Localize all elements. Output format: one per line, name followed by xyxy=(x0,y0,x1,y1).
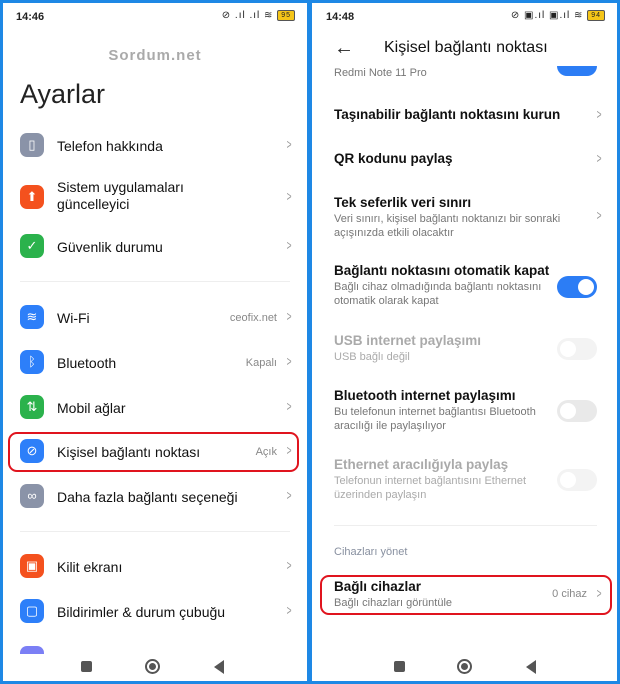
highlight-box xyxy=(8,432,299,472)
battery-icon: 95 xyxy=(277,10,295,21)
item-label: Bildirimler & durum çubuğu xyxy=(57,604,226,620)
row-title: Ethernet aracılığıyla paylaş xyxy=(334,457,509,472)
settings-item-lock-screen[interactable]: ▣ Kilit ekranı > xyxy=(3,546,307,586)
item-label: Daha fazla bağlantı seçeneği xyxy=(57,489,238,505)
divider xyxy=(20,531,290,532)
bluetooth-icon: ᛒ xyxy=(20,350,44,374)
chevron-right-icon: > xyxy=(596,150,602,166)
settings-screen: 14:46 ⊘ .ıl .ıl ≋ 95 Sordum.net Ayarlar … xyxy=(3,3,307,681)
divider xyxy=(20,281,290,282)
hotspot-screen: 14:48 ⊘ ▣.ıl ▣.ıl ≋ 94 ← Kişisel bağlant… xyxy=(312,3,617,681)
share-qr-row[interactable]: QR kodunu paylaş > xyxy=(312,141,617,181)
navigation-bar xyxy=(312,657,617,677)
watermark: Sordum.net xyxy=(108,47,202,64)
item-label: Sistem uygulamaları xyxy=(57,179,184,195)
phone-icon: ▯ xyxy=(20,133,44,157)
usb-tethering-row[interactable]: USB internet paylaşımı USB bağlı değil xyxy=(312,329,617,369)
setup-hotspot-row[interactable]: Taşınabilir bağlantı noktasını kurun > xyxy=(312,97,617,137)
chevron-right-icon: > xyxy=(286,602,292,618)
status-time: 14:46 xyxy=(16,11,45,23)
highlight-box xyxy=(320,575,612,615)
settings-item-bluetooth[interactable]: ᛒ Bluetooth Kapalı > xyxy=(3,342,307,382)
settings-item-notifications[interactable]: ▢ Bildirimler & durum çubuğu > xyxy=(3,591,307,631)
chevron-right-icon: > xyxy=(286,398,292,414)
bluetooth-tethering-row[interactable]: Bluetooth internet paylaşımı Bu telefonun… xyxy=(312,384,617,434)
page-title: Kişisel bağlantı noktası xyxy=(384,39,548,56)
row-title: Taşınabilir bağlantı noktasını kurun xyxy=(334,107,561,122)
settings-item-wifi[interactable]: ≋ Wi-Fi ceofix.net > xyxy=(3,297,307,337)
home-button[interactable] xyxy=(457,659,472,674)
chevron-right-icon: > xyxy=(286,136,292,152)
page-title: Ayarlar xyxy=(20,79,106,109)
settings-item-mobile-networks[interactable]: ⇅ Mobil ağlar > xyxy=(3,387,307,427)
settings-item-more-connections[interactable]: ∞ Daha fazla bağlantı seçeneği > xyxy=(3,476,307,516)
row-subtitle: Bağlı cihaz olmadığında bağlantı noktası… xyxy=(334,281,542,307)
link-icon: ∞ xyxy=(20,484,44,508)
item-label: Kilit ekranı xyxy=(57,559,123,575)
row-subtitle: USB bağlı değil xyxy=(334,351,410,363)
notification-icon: ▢ xyxy=(20,599,44,623)
row-subtitle: Telefonun internet bağlantısını Ethernet… xyxy=(334,475,527,501)
row-title: Tek seferlik veri sınırı xyxy=(334,195,472,210)
ethernet-tethering-row[interactable]: Ethernet aracılığıyla paylaş Telefonun in… xyxy=(312,453,617,503)
chevron-right-icon: > xyxy=(596,106,602,122)
recents-button[interactable] xyxy=(81,661,92,672)
ethernet-tethering-toggle[interactable] xyxy=(557,469,597,491)
chevron-right-icon: > xyxy=(286,308,292,324)
row-title: QR kodunu paylaş xyxy=(334,151,453,166)
lock-icon: ▣ xyxy=(20,554,44,578)
settings-item-security[interactable]: ✓ Güvenlik durumu > xyxy=(3,226,307,266)
chevron-right-icon: > xyxy=(286,557,292,573)
shield-check-icon: ✓ xyxy=(20,234,44,258)
section-header: Cihazları yönet xyxy=(334,546,408,558)
back-button[interactable] xyxy=(214,660,224,674)
item-label: güncelleyici xyxy=(57,196,130,212)
item-label: Bluetooth xyxy=(57,355,117,371)
battery-icon: 94 xyxy=(587,10,605,21)
row-subtitle: Bu telefonun internet bağlantısı Bluetoo… xyxy=(334,406,536,432)
back-button[interactable] xyxy=(526,660,536,674)
chevron-right-icon: > xyxy=(286,188,292,204)
settings-item-system-updater[interactable]: ⬆ Sistem uygulamaları güncelleyici > xyxy=(3,175,307,219)
upload-arrow-icon: ⬆ xyxy=(20,185,44,209)
divider xyxy=(334,525,597,526)
status-icons: ⊘ ▣.ıl ▣.ıl ≋ 94 xyxy=(511,10,605,21)
bluetooth-tethering-toggle[interactable] xyxy=(557,400,597,422)
hotspot-name: Redmi Note 11 Pro xyxy=(334,67,427,79)
chevron-right-icon: > xyxy=(596,207,602,223)
usb-tethering-toggle[interactable] xyxy=(557,338,597,360)
auto-off-toggle[interactable] xyxy=(557,276,597,298)
status-icons: ⊘ .ıl .ıl ≋ 95 xyxy=(222,10,295,21)
home-button[interactable] xyxy=(145,659,160,674)
row-title: USB internet paylaşımı xyxy=(334,333,482,348)
row-title: Bağlantı noktasını otomatik kapat xyxy=(334,263,550,278)
chevron-right-icon: > xyxy=(286,237,292,253)
data-limit-row[interactable]: Tek seferlik veri sınırı Veri sınırı, kiş… xyxy=(312,191,617,241)
back-arrow-icon[interactable]: ← xyxy=(334,37,354,60)
row-subtitle: Veri sınırı, kişisel bağlantı noktanızı … xyxy=(334,213,561,239)
item-value: Kapalı xyxy=(245,357,277,369)
row-title: Bluetooth internet paylaşımı xyxy=(334,388,516,403)
item-label: Güvenlik durumu xyxy=(57,239,163,255)
item-label: Mobil ağlar xyxy=(57,400,126,416)
mobile-data-icon: ⇅ xyxy=(20,395,44,419)
wifi-icon: ≋ xyxy=(20,305,44,329)
partial-icon xyxy=(20,646,44,654)
chevron-right-icon: > xyxy=(286,353,292,369)
settings-item-phone[interactable]: ▯ Telefon hakkında > xyxy=(3,125,307,165)
recents-button[interactable] xyxy=(394,661,405,672)
chevron-right-icon: > xyxy=(286,487,292,503)
item-value: ceofix.net xyxy=(229,312,277,324)
item-label: Wi-Fi xyxy=(57,310,90,326)
toggle-cut[interactable] xyxy=(557,66,597,76)
navigation-bar xyxy=(3,657,307,677)
status-time: 14:48 xyxy=(326,11,355,23)
item-label: Telefon hakkında xyxy=(57,138,163,154)
auto-off-row[interactable]: Bağlantı noktasını otomatik kapat Bağlı c… xyxy=(312,259,617,309)
